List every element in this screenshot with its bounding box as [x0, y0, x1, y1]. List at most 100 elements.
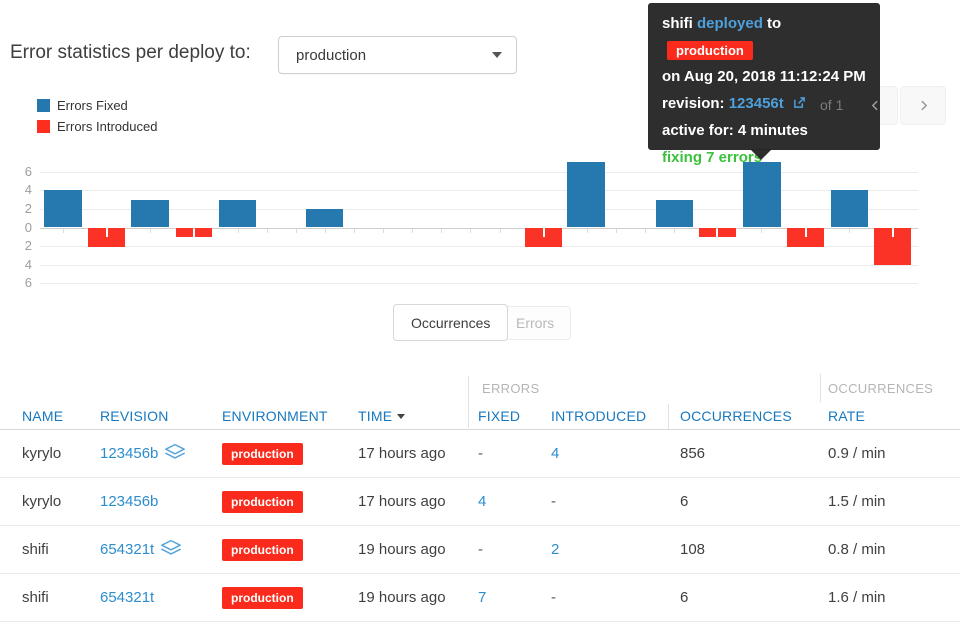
cell-fixed: -	[478, 445, 483, 462]
chart-bar[interactable]	[176, 228, 193, 238]
column-header-environment[interactable]: ENVIRONMENT	[222, 408, 356, 424]
chart-bar[interactable]	[44, 190, 82, 228]
sort-caret-icon	[397, 413, 406, 419]
x-axis-tick	[761, 228, 763, 233]
chart-bar[interactable]	[219, 199, 256, 228]
x-axis-tick	[150, 228, 152, 233]
x-axis-tick	[412, 228, 414, 233]
cell-revision: 123456b	[78, 493, 222, 510]
cell-fixed[interactable]: 4	[468, 493, 548, 510]
tooltip-date: on Aug 20, 2018 11:12:24 PM	[662, 68, 866, 85]
cell-introduced[interactable]: 4	[548, 445, 668, 462]
cell-name: shifi	[22, 541, 49, 558]
environment-badge: production	[222, 442, 303, 465]
cell-name: kyrylo	[22, 445, 62, 462]
revision-link[interactable]: 654321t	[100, 589, 154, 606]
cell-time: 17 hours ago	[358, 445, 446, 462]
external-link-icon[interactable]	[793, 92, 806, 119]
x-axis-tick	[237, 228, 239, 233]
gridline	[40, 264, 918, 266]
cell-rate: 0.8 / min	[828, 541, 886, 558]
y-axis-tick-label: 6	[24, 275, 32, 291]
cell-occurrences: 6	[680, 493, 689, 510]
column-header-fixed[interactable]: FIXED	[468, 408, 548, 424]
chart-bar[interactable]	[718, 228, 736, 238]
column-separator	[468, 376, 469, 428]
cell-name: shifi	[22, 589, 49, 606]
x-axis-tick	[441, 228, 443, 233]
table-row: kyrylo 123456b production 17 hours ago -…	[0, 430, 960, 478]
chart-bar[interactable]	[699, 228, 716, 238]
cell-environment: production	[222, 586, 356, 609]
x-axis-tick	[383, 228, 385, 233]
revision-link[interactable]: 123456b	[100, 493, 158, 510]
x-axis-tick	[295, 228, 297, 233]
x-axis-tick	[470, 228, 472, 233]
x-axis-tick	[354, 228, 355, 233]
tooltip-caret	[750, 149, 772, 160]
tooltip-action-link[interactable]: deployed	[697, 15, 763, 32]
y-axis-tick-label: 4	[24, 182, 32, 198]
environment-badge: production	[222, 490, 303, 513]
cell-occurrences: 6	[680, 589, 689, 606]
x-axis-tick	[674, 228, 676, 233]
gridline	[40, 190, 918, 192]
chart-bar[interactable]	[567, 162, 605, 228]
column-header-introduced[interactable]: INTRODUCED	[548, 408, 668, 424]
chart-bar[interactable]	[525, 228, 562, 247]
chart-bar[interactable]	[743, 162, 781, 228]
x-axis-tick	[324, 228, 326, 233]
cell-rate: 1.6 / min	[828, 589, 886, 606]
chevron-left-icon	[869, 99, 882, 112]
chart-bar[interactable]	[656, 199, 693, 228]
x-axis-tick	[266, 228, 268, 233]
chart-bar[interactable]	[874, 228, 911, 266]
stack-layers-icon[interactable]	[164, 443, 186, 464]
chevron-right-icon	[917, 99, 930, 112]
cell-environment: production	[222, 442, 356, 465]
bar-gap-notch	[804, 228, 807, 238]
column-header-rate[interactable]: RATE	[820, 408, 960, 424]
chart-bar[interactable]	[88, 228, 125, 247]
cell-fixed: -	[478, 541, 483, 558]
revision-link[interactable]: 123456b	[100, 445, 158, 462]
occurrences-toggle-button[interactable]: Occurrences	[393, 304, 509, 341]
tooltip-revision-link[interactable]: 123456t	[729, 95, 784, 112]
gridline	[40, 171, 918, 173]
chart-bar[interactable]	[131, 199, 169, 228]
column-separator	[820, 374, 821, 402]
revision-link[interactable]: 654321t	[100, 541, 154, 558]
pagination-label: of 1	[820, 97, 844, 113]
gridline	[40, 283, 918, 285]
table-group-header-row: ERRORS OCCURRENCES	[0, 374, 960, 402]
deploy-tooltip: shifi deployed to production on Aug 20, …	[648, 3, 880, 166]
column-header-name[interactable]: NAME	[0, 408, 78, 424]
y-axis-tick-label: 4	[24, 256, 32, 272]
table-row: shifi 654321t production 19 hours ago 7 …	[0, 574, 960, 622]
column-header-revision[interactable]: REVISION	[78, 408, 222, 424]
x-axis-tick	[499, 228, 501, 233]
cell-time: 19 hours ago	[358, 589, 446, 606]
chart-bar[interactable]	[306, 208, 343, 228]
cell-time: 17 hours ago	[358, 493, 446, 510]
stack-layers-icon[interactable]	[160, 539, 182, 560]
bar-gap-notch	[891, 228, 894, 238]
chart-bar[interactable]	[831, 190, 868, 228]
chart-bar[interactable]	[195, 228, 212, 238]
bar-gap-notch	[105, 228, 108, 238]
environment-badge: production	[222, 586, 303, 609]
cell-introduced[interactable]: 2	[548, 541, 668, 558]
tooltip-active-for: active for: 4 minutes	[662, 122, 808, 139]
chart-bar[interactable]	[787, 228, 824, 247]
cell-fixed[interactable]: 7	[468, 589, 548, 606]
errors-toggle-button[interactable]: Errors	[499, 306, 572, 340]
table-row: kyrylo 123456b production 17 hours ago 4…	[0, 478, 960, 526]
column-header-occurrences[interactable]: OCCURRENCES	[668, 408, 820, 424]
table-row: shifi 654321t production 19 hours ago - …	[0, 526, 960, 574]
x-axis-tick	[63, 228, 64, 233]
cell-environment: production	[222, 538, 356, 561]
cell-occurrences: 856	[680, 445, 706, 462]
column-header-time[interactable]: TIME	[356, 408, 468, 424]
y-axis-tick-label: 2	[24, 200, 32, 216]
cell-introduced: -	[551, 589, 556, 606]
